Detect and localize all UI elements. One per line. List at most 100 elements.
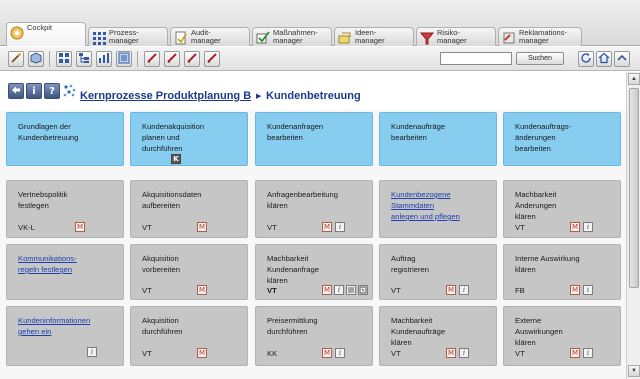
- process-card[interactable]: Kommunikations- regeln festlegen: [6, 244, 124, 300]
- process-card[interactable]: Machbarkeit Kundenaufträge klären VT M i: [379, 306, 497, 366]
- process-card[interactable]: Machbarkeit Änderungen klären VT M i: [503, 180, 621, 238]
- process-header-card[interactable]: Kundenanfragen bearbeiten: [255, 112, 373, 166]
- process-card-title: Vertriebspolitik festlegen: [18, 190, 68, 210]
- m-icon[interactable]: M: [322, 285, 332, 295]
- process-card-owner: VT: [142, 223, 152, 232]
- process-card[interactable]: Akquisitionsdaten aufbereiten VT M: [130, 180, 248, 238]
- view-grid-button[interactable]: [56, 51, 72, 67]
- m-icon[interactable]: M: [322, 222, 332, 232]
- process-grid: Grundlagen der Kundenbetreuung Vertriebs…: [0, 110, 626, 379]
- module-tab-bar: Cockpit Prozess- manager Audit- manager …: [0, 0, 640, 46]
- info-icon[interactable]: i: [583, 222, 593, 232]
- process-header-card[interactable]: Kundenaufträge bearbeiten: [379, 112, 497, 166]
- pen-button-1[interactable]: [144, 51, 160, 67]
- process-header-title: Kundenauftrags- änderungen bearbeiten: [515, 122, 572, 153]
- process-card-title[interactable]: Kundenbezogene Stammdaten anlegen und pf…: [391, 189, 490, 222]
- tab-ideenmanager[interactable]: Ideen- manager: [334, 27, 414, 46]
- document-icon[interactable]: [346, 285, 356, 295]
- info-icon[interactable]: i: [583, 285, 593, 295]
- cube-icon: [30, 52, 42, 66]
- vertical-scrollbar[interactable]: ▲ ▼: [626, 72, 640, 379]
- breadcrumb-parent-link[interactable]: Kernprozesse Produktplanung B: [80, 90, 251, 102]
- m-icon[interactable]: M: [570, 285, 580, 295]
- info-icon[interactable]: i: [334, 285, 344, 295]
- pen-button-3[interactable]: [184, 51, 200, 67]
- list-icon: [118, 52, 130, 66]
- pen-icon: [206, 52, 218, 66]
- tab-prozessmanager[interactable]: Prozess- manager: [88, 27, 168, 46]
- view-tree-button[interactable]: [76, 51, 92, 67]
- scroll-up-button[interactable]: ▲: [628, 73, 640, 85]
- process-card-title: Akquisition vorbereiten: [142, 254, 180, 274]
- refresh-button[interactable]: [578, 51, 594, 67]
- process-card[interactable]: Kundenbezogene Stammdaten anlegen und pf…: [379, 180, 497, 238]
- process-card[interactable]: Akquisition durchführen VT M: [130, 306, 248, 366]
- collapse-button[interactable]: [614, 51, 630, 67]
- process-card[interactable]: Interne Auswirkung klären FB M i: [503, 244, 621, 300]
- process-header-card[interactable]: Kundenauftrags- änderungen bearbeiten: [503, 112, 621, 166]
- breadcrumb-separator-icon: ▶: [256, 93, 262, 100]
- process-card[interactable]: Vertriebspolitik festlegen VK-L M: [6, 180, 124, 238]
- m-icon[interactable]: M: [446, 348, 456, 358]
- k-icon[interactable]: K: [171, 154, 181, 164]
- search-button[interactable]: Suchen: [516, 52, 564, 65]
- process-card-title: Akquisitionsdaten aufbereiten: [142, 190, 202, 210]
- info-icon[interactable]: i: [335, 348, 345, 358]
- process-card[interactable]: Preisermittlung durchführen KK M i: [255, 306, 373, 366]
- view-list-button[interactable]: [116, 51, 132, 67]
- info-icon[interactable]: i: [459, 285, 469, 295]
- m-icon[interactable]: M: [75, 222, 85, 232]
- info-icon[interactable]: i: [459, 348, 469, 358]
- process-header-card[interactable]: Kundenakquisition planen und durchführen…: [130, 112, 248, 166]
- m-icon[interactable]: M: [197, 348, 207, 358]
- attachment-icon[interactable]: [358, 285, 368, 295]
- cube-button[interactable]: [28, 51, 44, 67]
- tab-cockpit[interactable]: Cockpit: [6, 22, 86, 46]
- info-icon[interactable]: i: [335, 222, 345, 232]
- info-icon[interactable]: i: [87, 347, 97, 357]
- process-header-card[interactable]: Grundlagen der Kundenbetreuung: [6, 112, 124, 166]
- tab-auditmanager[interactable]: Audit- manager: [170, 27, 250, 46]
- audit-icon: [174, 31, 188, 45]
- process-card-title: Preisermittlung durchführen: [267, 316, 318, 336]
- info-icon: i: [32, 85, 36, 97]
- pen-button-2[interactable]: [164, 51, 180, 67]
- m-icon[interactable]: M: [570, 348, 580, 358]
- home-button[interactable]: [596, 51, 612, 67]
- process-card[interactable]: Auftrag registrieren VT M i: [379, 244, 497, 300]
- process-card[interactable]: Anfragenbearbeitung klären VT M i: [255, 180, 373, 238]
- tab-label: Ideen- manager: [355, 28, 385, 45]
- info-button[interactable]: i: [26, 83, 42, 99]
- process-card[interactable]: Externe Auswirkungen klären VT M i: [503, 306, 621, 366]
- m-icon[interactable]: M: [322, 348, 332, 358]
- complaint-icon: [502, 31, 516, 45]
- back-button[interactable]: [8, 83, 24, 99]
- pen-icon: [146, 52, 158, 66]
- process-card-owner: VT: [515, 349, 525, 358]
- m-icon[interactable]: M: [197, 285, 207, 295]
- arrow-left-icon: [11, 85, 21, 98]
- help-button[interactable]: ?: [44, 83, 60, 99]
- scroll-down-button[interactable]: ▼: [628, 365, 640, 377]
- process-card-title[interactable]: Kommunikations- regeln festlegen: [18, 253, 117, 275]
- tab-massnahmenmanager[interactable]: Maßnahmen- manager: [252, 27, 332, 46]
- pen-button-4[interactable]: [204, 51, 220, 67]
- scroll-thumb[interactable]: [629, 88, 639, 288]
- tab-reklamationsmanager[interactable]: Reklamations- manager: [498, 27, 582, 46]
- process-card[interactable]: Kundeninformationen gehen ein i: [6, 306, 124, 366]
- process-header-title: Kundenaufträge bearbeiten: [391, 122, 446, 142]
- edit-button[interactable]: [8, 51, 24, 67]
- view-chart-button[interactable]: [96, 51, 112, 67]
- lightbulb-icon: [338, 31, 352, 45]
- m-icon[interactable]: M: [446, 285, 456, 295]
- process-card-title: Machbarkeit Kundenanfrage klären: [267, 254, 319, 285]
- search-input[interactable]: [440, 52, 512, 65]
- process-card-title[interactable]: Kundeninformationen gehen ein: [18, 315, 117, 337]
- process-card[interactable]: Machbarkeit Kundenanfrage klären VT M i: [255, 244, 373, 300]
- process-card[interactable]: Akquisition vorbereiten VT M: [130, 244, 248, 300]
- page-title: Kundenbetreuung: [266, 90, 361, 102]
- m-icon[interactable]: M: [197, 222, 207, 232]
- m-icon[interactable]: M: [570, 222, 580, 232]
- tab-risikomanager[interactable]: Risiko- manager: [416, 27, 496, 46]
- info-icon[interactable]: i: [583, 348, 593, 358]
